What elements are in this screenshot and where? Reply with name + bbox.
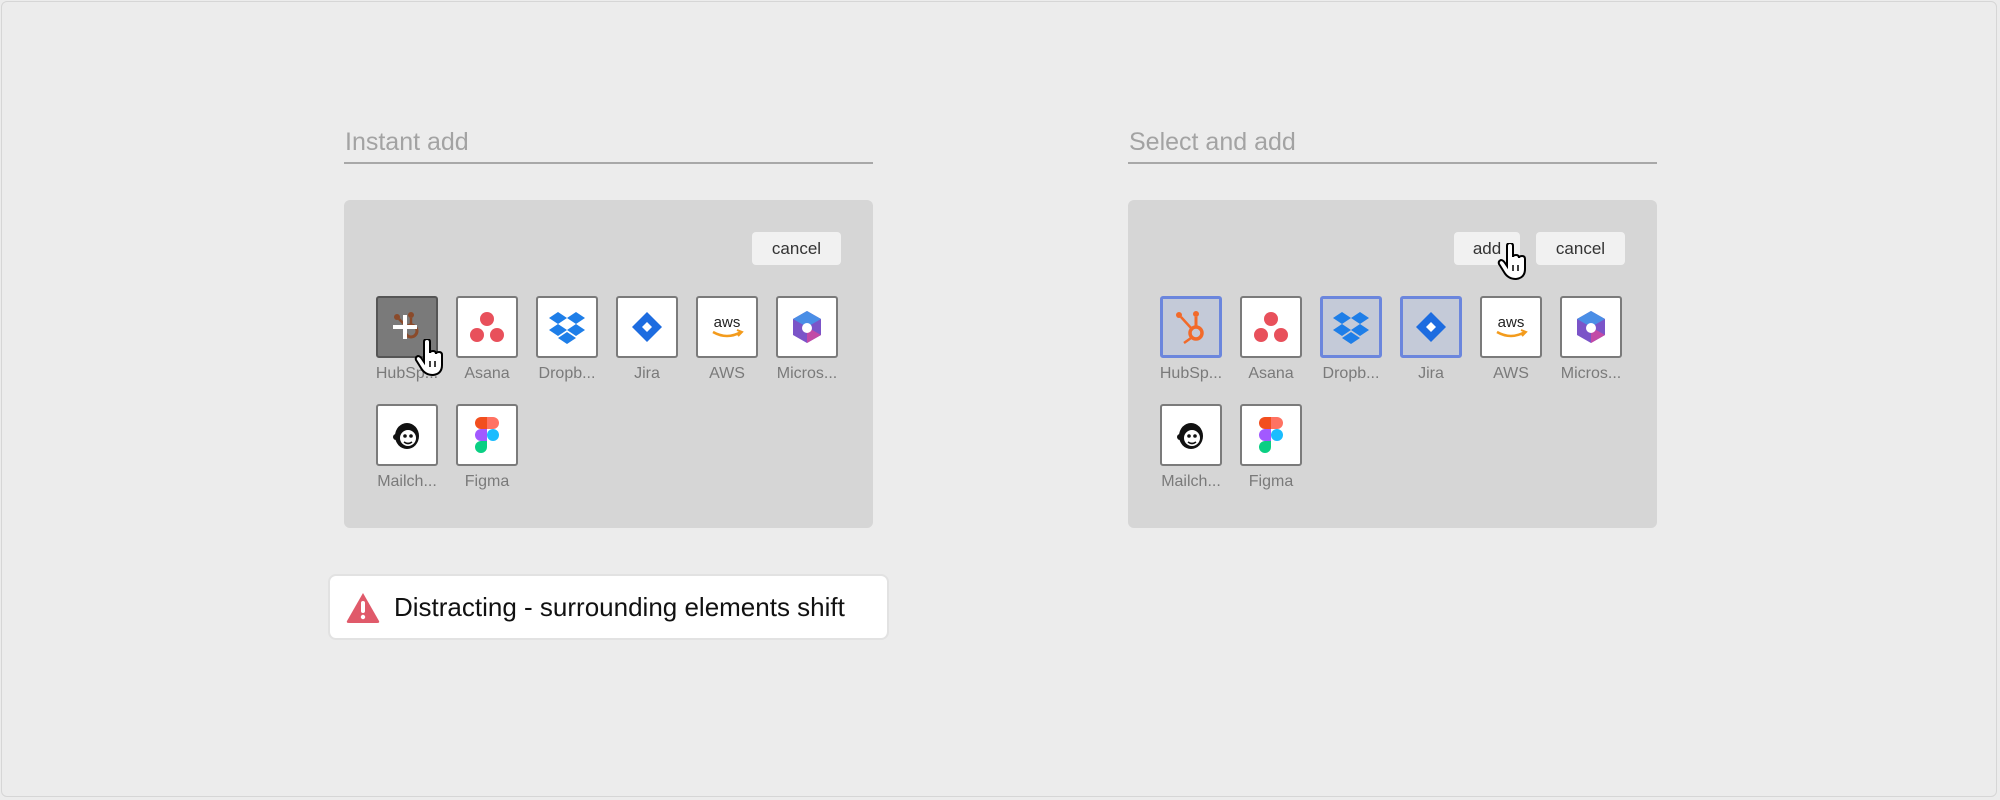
figma-icon xyxy=(1259,417,1283,453)
tile-label: AWS xyxy=(1493,365,1529,382)
tile-label: Figma xyxy=(1248,473,1294,490)
tile-box[interactable] xyxy=(776,296,838,358)
app-tile-mailchimp[interactable]: Mailch... xyxy=(376,404,438,491)
app-tile-figma[interactable]: Figma xyxy=(456,404,518,491)
instant-add-title: Instant add xyxy=(344,122,873,164)
select-and-add-title: Select and add xyxy=(1128,122,1657,164)
select-and-add-panel: add cancel HubSp... Asana Dropb... Jira … xyxy=(1128,200,1657,528)
tile-label: Jira xyxy=(1418,365,1444,382)
tile-box[interactable] xyxy=(456,296,518,358)
tile-label: Mailch... xyxy=(1161,473,1221,490)
tile-box[interactable] xyxy=(1560,296,1622,358)
app-tile-hubspot[interactable]: HubSp... xyxy=(1160,296,1222,383)
tile-label: Mailch... xyxy=(377,473,437,490)
dropbox-icon xyxy=(549,312,585,344)
tile-label: AWS xyxy=(709,365,745,382)
tile-box[interactable]: aws xyxy=(1480,296,1542,358)
mailchimp-icon xyxy=(393,423,419,449)
tile-box[interactable] xyxy=(1160,404,1222,466)
tile-box[interactable] xyxy=(1320,296,1382,358)
microsoft-icon xyxy=(1577,311,1605,343)
app-tile-aws[interactable]: aws AWS xyxy=(1480,296,1542,383)
warning-icon xyxy=(346,592,380,623)
cancel-button[interactable]: cancel xyxy=(1536,232,1625,265)
app-tile-jira[interactable]: Jira xyxy=(1400,296,1462,383)
warning-note: Distracting - surrounding elements shift xyxy=(328,574,889,640)
aws-icon: aws xyxy=(1496,314,1528,338)
tile-label: Dropb... xyxy=(1322,365,1380,382)
tile-label: Figma xyxy=(464,473,510,490)
figma-icon xyxy=(475,417,499,453)
select-and-add-section: Select and add add cancel HubSp... Asana… xyxy=(1128,122,1657,528)
jira-icon xyxy=(1416,312,1446,342)
tile-box[interactable] xyxy=(376,404,438,466)
mailchimp-icon xyxy=(1177,423,1203,449)
microsoft-icon xyxy=(793,311,821,343)
app-tile-microsoft[interactable]: Micros... xyxy=(1560,296,1622,383)
hubspot-icon xyxy=(1176,311,1204,345)
hand-cursor-icon xyxy=(1497,243,1526,281)
tile-box[interactable] xyxy=(1240,404,1302,466)
tile-box[interactable] xyxy=(1160,296,1222,358)
tile-box[interactable] xyxy=(1240,296,1302,358)
hand-cursor-icon xyxy=(414,339,443,377)
app-tile-aws[interactable]: aws AWS xyxy=(696,296,758,383)
tile-label: Dropb... xyxy=(538,365,596,382)
tile-label: Jira xyxy=(634,365,660,382)
instant-add-section: Instant add cancel HubSp... Asana Dropb.… xyxy=(344,122,873,528)
asana-icon xyxy=(1254,312,1288,342)
tile-box[interactable] xyxy=(456,404,518,466)
app-tile-dropbox[interactable]: Dropb... xyxy=(536,296,598,383)
tile-box[interactable]: aws xyxy=(696,296,758,358)
cancel-button[interactable]: cancel xyxy=(752,232,841,265)
tile-label: HubSp... xyxy=(1159,365,1223,382)
app-tile-jira[interactable]: Jira xyxy=(616,296,678,383)
tile-box[interactable] xyxy=(1400,296,1462,358)
aws-icon: aws xyxy=(712,314,744,338)
canvas-frame xyxy=(1,1,1997,797)
tile-label: Micros... xyxy=(776,365,838,382)
app-tile-asana[interactable]: Asana xyxy=(1240,296,1302,383)
app-tile-dropbox[interactable]: Dropb... xyxy=(1320,296,1382,383)
asana-icon xyxy=(470,312,504,342)
app-tile-mailchimp[interactable]: Mailch... xyxy=(1160,404,1222,491)
tile-label: Asana xyxy=(464,365,510,382)
app-tile-figma[interactable]: Figma xyxy=(1240,404,1302,491)
tile-label: Micros... xyxy=(1560,365,1622,382)
tile-box[interactable] xyxy=(616,296,678,358)
tile-box[interactable] xyxy=(536,296,598,358)
dropbox-icon xyxy=(1333,312,1369,344)
svg-text:aws: aws xyxy=(714,314,741,331)
warning-text: Distracting - surrounding elements shift xyxy=(394,591,845,622)
svg-text:aws: aws xyxy=(1498,314,1525,331)
app-tile-asana[interactable]: Asana xyxy=(456,296,518,383)
tile-label: Asana xyxy=(1248,365,1294,382)
app-tile-microsoft[interactable]: Micros... xyxy=(776,296,838,383)
jira-icon xyxy=(632,312,662,342)
